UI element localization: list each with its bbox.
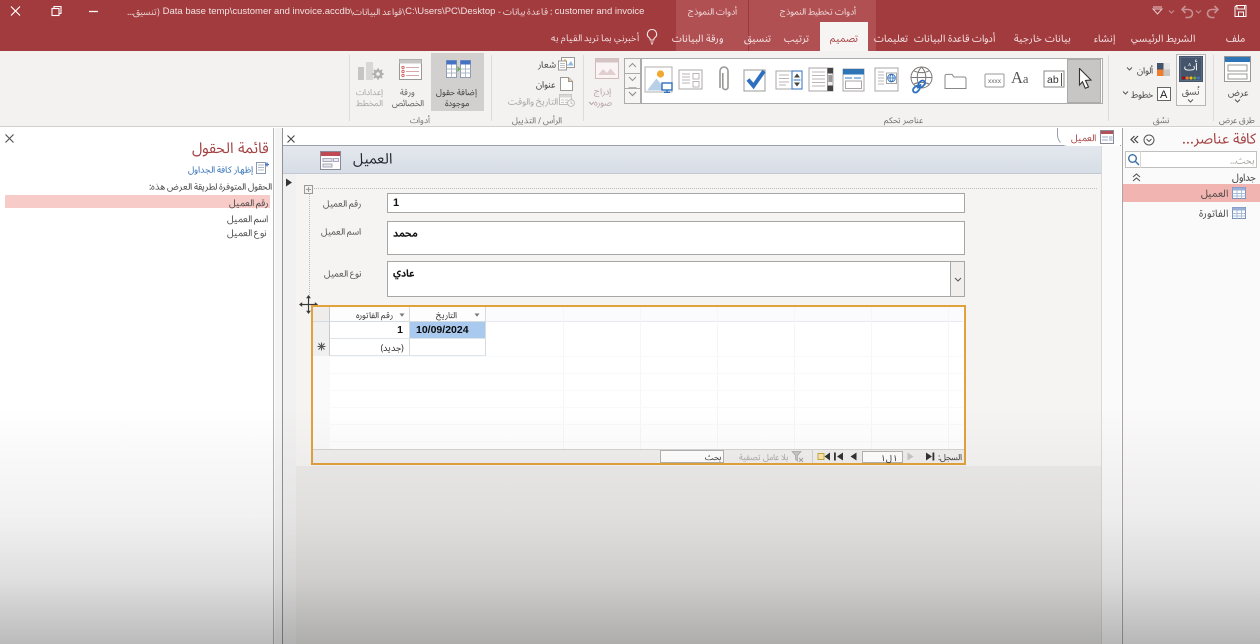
svg-text:A: A bbox=[1160, 89, 1168, 101]
